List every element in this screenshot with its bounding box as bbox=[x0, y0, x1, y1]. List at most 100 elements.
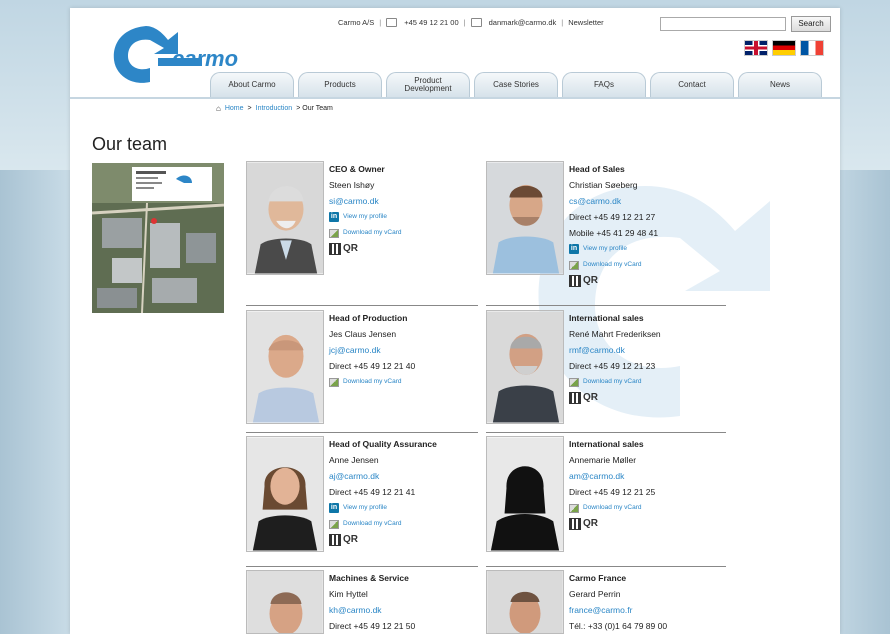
linkedin-label: View my profile bbox=[343, 213, 387, 220]
linkedin-link[interactable]: in View my profile bbox=[329, 500, 479, 516]
linkedin-link[interactable]: in View my profile bbox=[329, 209, 479, 225]
nav-news[interactable]: News bbox=[738, 72, 822, 97]
germany-flag-icon[interactable] bbox=[772, 40, 796, 56]
qr-button[interactable]: QR bbox=[569, 390, 719, 406]
member-email[interactable]: kh@carmo.dk bbox=[329, 602, 479, 618]
linkedin-label: View my profile bbox=[343, 504, 387, 511]
portrait-photo bbox=[486, 310, 564, 424]
mail-icon bbox=[470, 18, 482, 27]
breadcrumb-introduction[interactable]: Introduction bbox=[256, 105, 293, 112]
member-name: Steen Ishøy bbox=[329, 180, 375, 190]
member-role: International sales bbox=[569, 313, 644, 323]
nav-contact[interactable]: Contact bbox=[650, 72, 734, 97]
member-direct-phone: Direct +45 49 12 21 40 bbox=[329, 361, 416, 371]
vcard-icon bbox=[569, 377, 579, 387]
qr-label: QR bbox=[343, 534, 358, 545]
qr-button[interactable]: QR bbox=[569, 516, 719, 532]
page: carmo Carmo A/S | +45 49 12 21 00 | danm… bbox=[70, 8, 840, 634]
search-input[interactable] bbox=[660, 17, 786, 31]
team-member-card: International sales René Mahrt Frederiks… bbox=[486, 310, 718, 430]
newsletter-link[interactable]: Newsletter bbox=[568, 18, 603, 27]
qr-label: QR bbox=[583, 518, 598, 529]
search-button[interactable]: Search bbox=[791, 16, 831, 32]
member-role: Carmo France bbox=[569, 573, 627, 583]
company-name: Carmo A/S bbox=[338, 18, 375, 27]
vcard-label: Download my vCard bbox=[583, 378, 642, 385]
member-name: René Mahrt Frederiksen bbox=[569, 329, 661, 339]
linkedin-icon: in bbox=[569, 244, 579, 254]
linkedin-link[interactable]: in View my profile bbox=[569, 241, 719, 257]
qr-label: QR bbox=[583, 392, 598, 403]
france-flag-icon[interactable] bbox=[800, 40, 824, 56]
member-email[interactable]: am@carmo.dk bbox=[569, 468, 719, 484]
member-name: Gerard Perrin bbox=[569, 589, 621, 599]
member-info: Head of Sales Christian Søeberg cs@carmo… bbox=[569, 161, 719, 289]
uk-flag-icon[interactable] bbox=[744, 40, 768, 56]
vcard-label: Download my vCard bbox=[343, 229, 402, 236]
phone-number[interactable]: +45 49 12 21 00 bbox=[404, 18, 458, 27]
member-info: International sales Annemarie Møller am@… bbox=[569, 436, 719, 532]
qr-button[interactable]: QR bbox=[569, 273, 719, 289]
vcard-label: Download my vCard bbox=[343, 378, 402, 385]
vcard-link[interactable]: Download my vCard bbox=[329, 374, 479, 390]
member-email[interactable]: si@carmo.dk bbox=[329, 193, 479, 209]
member-info: CEO & Owner Steen Ishøy si@carmo.dk in Vi… bbox=[329, 161, 479, 257]
nav-product-development[interactable]: Product Development bbox=[386, 72, 470, 97]
qr-icon bbox=[569, 275, 581, 287]
vcard-icon bbox=[329, 377, 339, 387]
linkedin-icon: in bbox=[329, 212, 339, 222]
vcard-link[interactable]: Download my vCard bbox=[329, 516, 479, 532]
qr-icon bbox=[569, 392, 581, 404]
nav-products[interactable]: Products bbox=[298, 72, 382, 97]
nav-about[interactable]: About Carmo bbox=[210, 72, 294, 97]
member-email[interactable]: cs@carmo.dk bbox=[569, 193, 719, 209]
nav-case-stories[interactable]: Case Stories bbox=[474, 72, 558, 97]
linkedin-label: View my profile bbox=[583, 245, 627, 252]
row-divider bbox=[246, 432, 478, 433]
vcard-link[interactable]: Download my vCard bbox=[569, 257, 719, 273]
vcard-link[interactable]: Download my vCard bbox=[569, 374, 719, 390]
qr-button[interactable]: QR bbox=[329, 241, 479, 257]
language-flags bbox=[744, 40, 824, 56]
member-direct-phone: Direct +45 49 12 21 27 bbox=[569, 212, 656, 222]
portrait-photo bbox=[486, 436, 564, 552]
member-info: Carmo France Gerard Perrin france@carmo.… bbox=[569, 570, 719, 634]
nav-faqs[interactable]: FAQs bbox=[562, 72, 646, 97]
member-email[interactable]: jcj@carmo.dk bbox=[329, 342, 479, 358]
breadcrumb-current: > Our Team bbox=[296, 105, 333, 112]
qr-button[interactable]: QR bbox=[329, 532, 479, 548]
member-email[interactable]: aj@carmo.dk bbox=[329, 468, 479, 484]
member-direct-phone: Direct +45 49 12 21 50 bbox=[329, 621, 416, 631]
team-member-card: Head of Production Jes Claus Jensen jcj@… bbox=[246, 310, 478, 430]
member-direct-phone: Tél.: +33 (0)1 64 79 89 00 bbox=[569, 621, 668, 631]
home-icon[interactable]: ⌂ bbox=[216, 104, 221, 113]
logo-wordmark[interactable]: carmo bbox=[172, 46, 238, 72]
member-name: Annemarie Møller bbox=[569, 455, 637, 465]
team-member-card: Carmo France Gerard Perrin france@carmo.… bbox=[486, 570, 718, 634]
member-email[interactable]: rmf@carmo.dk bbox=[569, 342, 719, 358]
member-role: Head of Production bbox=[329, 313, 408, 323]
email-link[interactable]: danmark@carmo.dk bbox=[489, 18, 557, 27]
portrait-photo bbox=[246, 310, 324, 424]
team-member-card: CEO & Owner Steen Ishøy si@carmo.dk in Vi… bbox=[246, 161, 478, 301]
row-divider bbox=[246, 566, 478, 567]
member-info: Head of Quality Assurance Anne Jensen aj… bbox=[329, 436, 479, 548]
member-role: CEO & Owner bbox=[329, 164, 385, 174]
member-name: Anne Jensen bbox=[329, 455, 379, 465]
member-mobile-phone: Mobile +45 41 29 48 41 bbox=[569, 228, 659, 238]
team-member-card: Machines & Service Kim Hyttel kh@carmo.d… bbox=[246, 570, 478, 634]
vcard-label: Download my vCard bbox=[583, 261, 642, 268]
vcard-label: Download my vCard bbox=[583, 504, 642, 511]
qr-icon bbox=[329, 534, 341, 546]
breadcrumb-separator: > bbox=[247, 105, 252, 112]
portrait-photo bbox=[246, 161, 324, 275]
team-member-card: Head of Quality Assurance Anne Jensen aj… bbox=[246, 436, 478, 564]
breadcrumb-home[interactable]: Home bbox=[225, 105, 244, 112]
team-member-card: International sales Annemarie Møller am@… bbox=[486, 436, 718, 564]
member-email[interactable]: france@carmo.fr bbox=[569, 602, 719, 618]
location-map[interactable] bbox=[92, 163, 224, 313]
portrait-photo bbox=[246, 436, 324, 552]
member-direct-phone: Direct +45 49 12 21 25 bbox=[569, 487, 656, 497]
vcard-link[interactable]: Download my vCard bbox=[569, 500, 719, 516]
vcard-link[interactable]: Download my vCard bbox=[329, 225, 479, 241]
